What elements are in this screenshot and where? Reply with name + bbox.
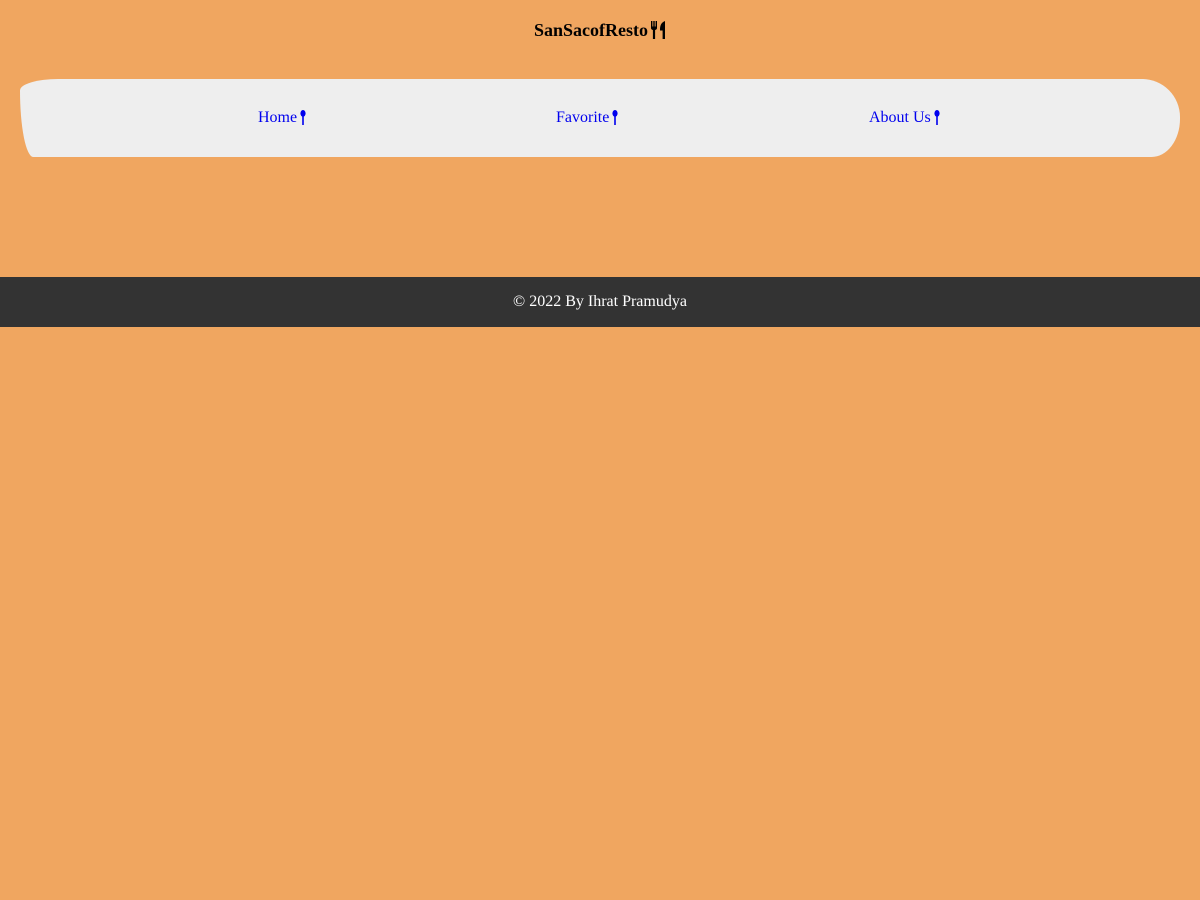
nav-link-label: Home [258, 109, 298, 126]
brand-title: SanSacofResto [0, 18, 1200, 45]
nav-link-about-us[interactable]: About Us [869, 108, 940, 131]
brand-name: SanSacofResto [533, 20, 648, 40]
site-header: SanSacofResto [0, 0, 1200, 60]
copyright-text: © 2022 By Ihrat Pramudya [513, 293, 687, 310]
spoon-icon [612, 110, 618, 131]
nav-link-home[interactable]: Home [258, 108, 306, 131]
nav-link-label: About Us [869, 109, 931, 126]
nav-link-label: Favorite [556, 109, 610, 126]
utensils-icon [651, 21, 666, 45]
site-footer: © 2022 By Ihrat Pramudya [0, 277, 1200, 327]
spoon-icon [934, 110, 940, 131]
main-nav: Home Favorite About Us [20, 79, 1180, 157]
nav-link-favorite[interactable]: Favorite [556, 108, 618, 131]
spoon-icon [300, 110, 306, 131]
